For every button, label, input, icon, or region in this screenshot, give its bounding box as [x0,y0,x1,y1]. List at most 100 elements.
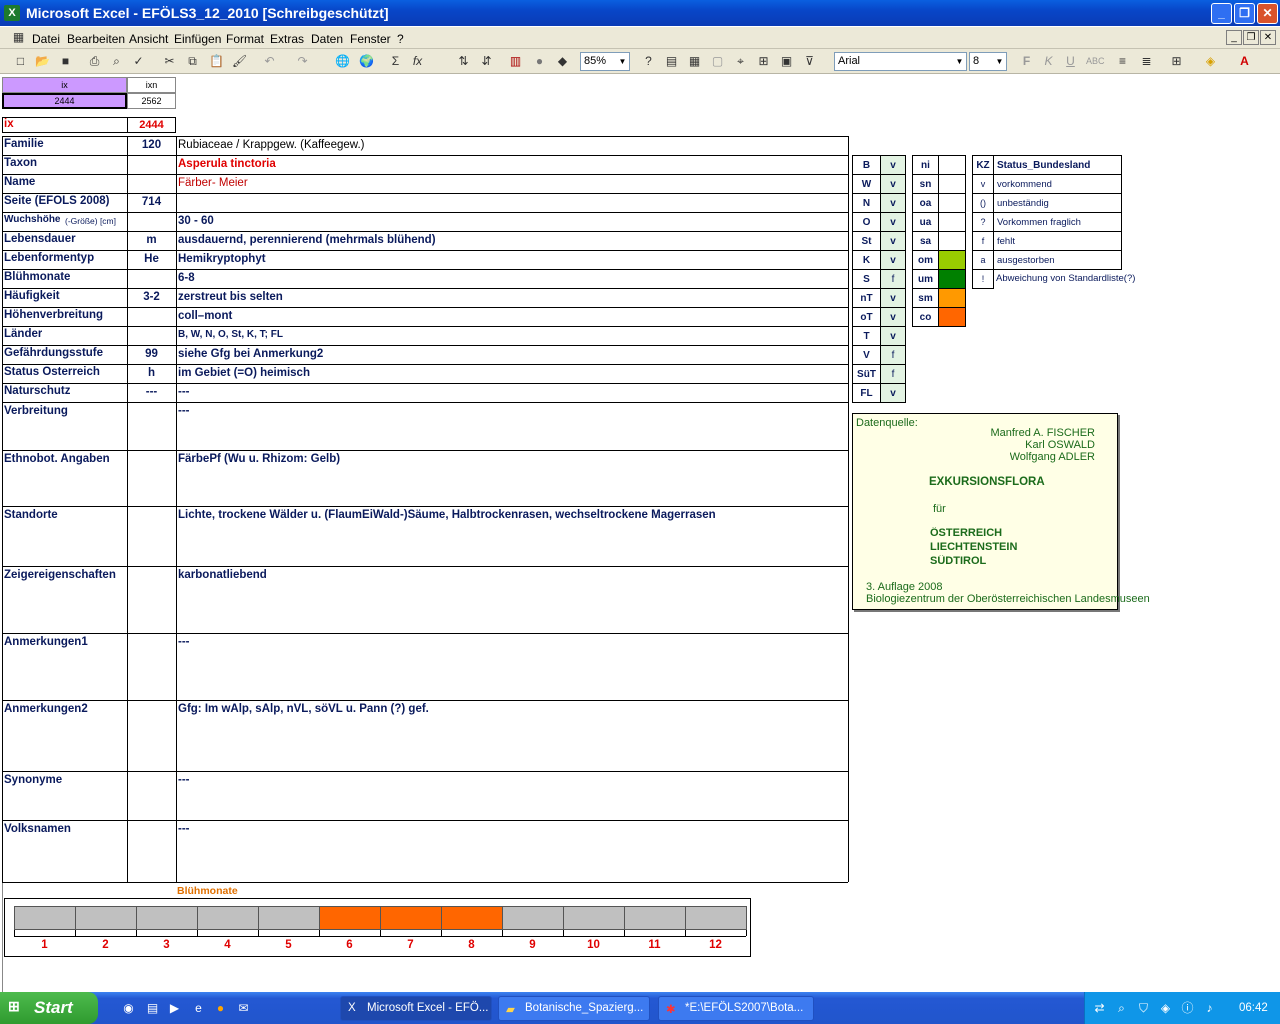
sort-desc-icon[interactable]: ⇵ [478,53,495,70]
row-value[interactable]: karbonatliebend [178,569,846,581]
row-code[interactable]: 120 [127,139,176,151]
info-icon[interactable]: ⓘ [1179,1000,1196,1017]
borders-icon[interactable]: ⊞ [1168,53,1185,70]
restore-button[interactable]: ❐ [1234,3,1255,24]
row-value[interactable]: --- [178,636,846,648]
menu-bearbeiten[interactable]: Bearbeiten [67,32,125,46]
align-center-icon[interactable]: ≣ [1138,53,1155,70]
strikethrough-icon[interactable]: ABC [1086,53,1105,70]
region-status[interactable]: v [880,383,906,403]
copy-icon[interactable]: ⧉ [184,53,201,70]
row-code[interactable]: 714 [127,196,176,208]
format-painter-icon[interactable]: 🖌 [231,53,248,70]
menu-datei[interactable]: Datei [32,32,60,46]
taskbar-explorer[interactable]: ▰ Botanische_Spazierg... [498,996,650,1021]
redo-icon[interactable]: ↷ [294,53,311,70]
toolbar-icon-d[interactable]: ⊞ [755,53,772,70]
zoom-select[interactable]: 85% ▼ [580,52,630,71]
region-status[interactable]: v [880,250,906,270]
open-icon[interactable]: 📂 [34,53,51,70]
row-code[interactable]: 99 [127,348,176,360]
font-size-select[interactable]: 8 ▼ [969,52,1007,71]
toolbar-icon-b[interactable]: ▦ [686,53,703,70]
region-status[interactable]: f [880,364,906,384]
row-value[interactable]: --- [178,386,846,398]
region-status[interactable]: v [880,174,906,194]
menu-einfuegen[interactable]: Einfügen [174,32,221,46]
row-code[interactable]: --- [127,386,176,398]
paste-icon[interactable]: 📋 [208,53,225,70]
workbook-icon[interactable]: ▦ [10,29,27,46]
shield-icon[interactable]: ◈ [1157,1000,1174,1017]
font-select[interactable]: Arial ▼ [834,52,967,71]
network-icon[interactable]: ⇄ [1091,1000,1108,1017]
row-code[interactable]: h [127,367,176,379]
row-value[interactable]: zerstreut bis selten [178,291,846,303]
row-value[interactable]: FärbePf (Wu u. Rhizom: Gelb) [178,453,846,465]
region-status[interactable]: v [880,212,906,232]
bold-icon[interactable]: F [1018,53,1035,70]
sort-asc-icon[interactable]: ⇅ [455,53,472,70]
row-code[interactable]: 3-2 [127,291,176,303]
region-status[interactable]: f [880,345,906,365]
chart-icon[interactable]: ▥ [507,53,524,70]
quicklaunch-icon-1[interactable]: ◉ [120,1000,137,1017]
help-icon[interactable]: ? [640,53,657,70]
row-value[interactable]: ausdauernd, perennierend (mehrmals blühe… [178,234,846,246]
italic-icon[interactable]: K [1040,53,1057,70]
save-icon[interactable]: ■ [57,53,74,70]
drawing-icon[interactable]: ◆ [554,53,571,70]
row-value[interactable]: B, W, N, O, St, K, T; FL [178,329,846,340]
region-status[interactable]: f [880,269,906,289]
row-value[interactable]: --- [178,823,846,835]
find-icon[interactable]: ⌖ [732,53,749,70]
taskbar-excel[interactable]: X Microsoft Excel - EFÖ... [340,996,492,1021]
region-status[interactable]: v [880,155,906,175]
cut-icon[interactable]: ✂ [161,53,178,70]
toolbar-icon-a[interactable]: ▤ [663,53,680,70]
menu-extras[interactable]: Extras [270,32,304,46]
function-icon[interactable]: fx [409,53,426,70]
region-status[interactable]: v [880,307,906,327]
row-value[interactable]: --- [178,774,846,786]
taskbar-editor[interactable]: ✱ *E:\EFÖLS2007\Bota... [658,996,814,1021]
web-icon[interactable]: 🌍 [358,53,375,70]
region-status[interactable]: v [880,193,906,213]
row-value[interactable]: im Gebiet (=Ö) heimisch [178,367,846,379]
media-player-icon[interactable]: ▶ [166,1000,183,1017]
row-value[interactable]: Hemikryptophyt [178,253,846,265]
search-icon[interactable]: ⌕ [1113,1000,1130,1017]
row-value[interactable]: Rubiaceae / Krappgew. (Kaffeegew.) [178,139,846,151]
hyperlink-icon[interactable]: 🌐 [334,53,351,70]
print-preview-icon[interactable]: ⌕ [108,53,125,70]
row-value[interactable]: coll–mont [178,310,846,322]
quicklaunch-icon-3[interactable]: ✉ [235,1000,252,1017]
row-value[interactable]: --- [178,405,846,417]
firefox-icon[interactable]: ● [212,1000,229,1017]
close-button[interactable]: ✕ [1257,3,1278,24]
autosum-icon[interactable]: Σ [387,53,404,70]
fill-color-icon[interactable]: ◈ [1202,53,1219,70]
row-code[interactable]: m [127,234,176,246]
excel-app-icon[interactable]: X [4,5,20,21]
undo-icon[interactable]: ↶ [261,53,278,70]
volume-icon[interactable]: ♪ [1201,1000,1218,1017]
region-status[interactable]: v [880,326,906,346]
doc-restore-button[interactable]: ❐ [1243,30,1259,45]
minimize-button[interactable]: _ [1211,3,1232,24]
region-status[interactable]: v [880,288,906,308]
row-value[interactable]: 6-8 [178,272,846,284]
row-value[interactable]: siehe Gfg bei Anmerkung2 [178,348,846,360]
menu-daten[interactable]: Daten [311,32,343,46]
new-icon[interactable]: □ [12,53,29,70]
spellcheck-icon[interactable]: ✓ [130,53,147,70]
security-icon[interactable]: ⛉ [1135,1000,1152,1017]
underline-icon[interactable]: U [1062,53,1079,70]
start-button[interactable]: ⊞ Start [0,992,98,1024]
menu-format[interactable]: Format [226,32,264,46]
row-value[interactable]: Asperula tinctoria [178,158,846,170]
print-icon[interactable]: ⎙ [86,53,103,70]
map-icon[interactable]: ● [531,53,548,70]
font-color-icon[interactable]: A [1236,53,1253,70]
menu-ansicht[interactable]: Ansicht [129,32,168,46]
